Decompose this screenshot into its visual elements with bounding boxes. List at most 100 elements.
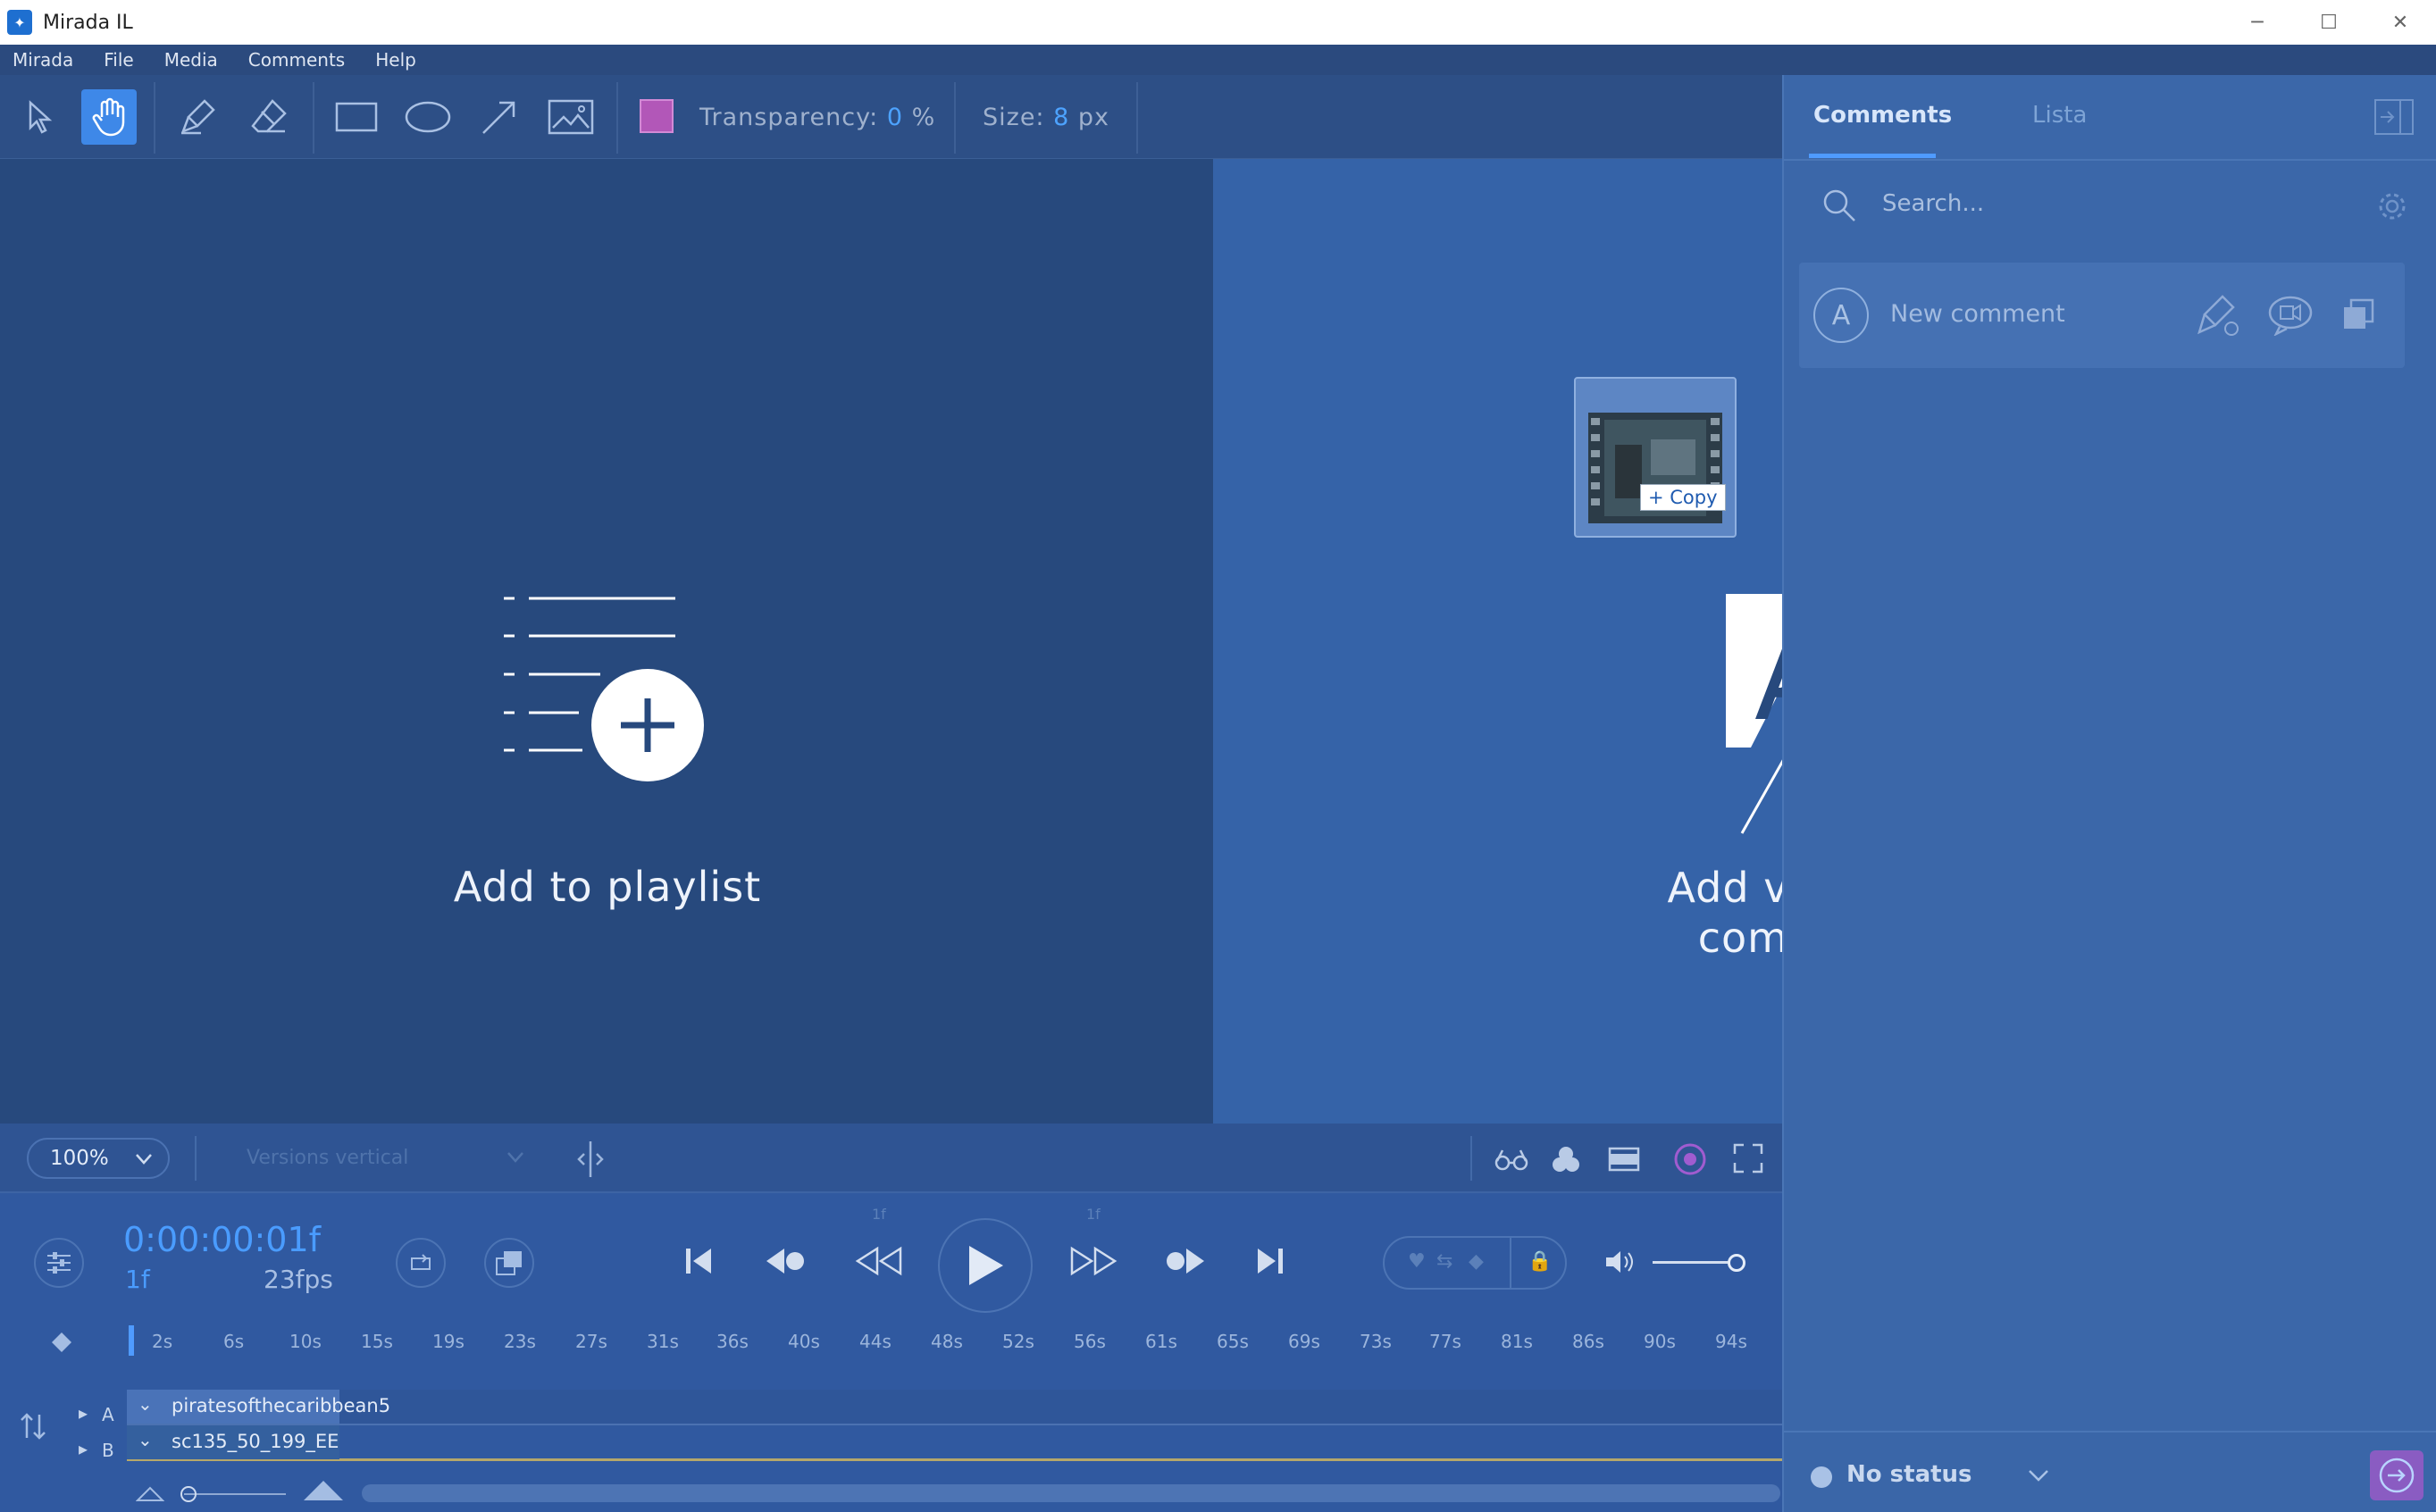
video-comment-icon[interactable] (2267, 295, 2314, 336)
volume-icon[interactable] (1604, 1249, 1637, 1275)
timeline-settings-button[interactable] (34, 1238, 84, 1288)
maximize-button[interactable]: ☐ (2293, 0, 2365, 45)
close-button[interactable]: ✕ (2365, 0, 2436, 45)
new-comment-box[interactable]: A New comment (1799, 263, 2405, 368)
swap-tracks-icon[interactable] (18, 1411, 48, 1441)
swap-icon[interactable]: ⇆ (1436, 1250, 1452, 1273)
play-button[interactable] (938, 1218, 1033, 1313)
brush-tool[interactable] (170, 89, 225, 145)
add-marker-icon[interactable] (50, 1331, 73, 1354)
zoom-in-mountain-icon[interactable] (302, 1479, 345, 1502)
expand-track-a-icon[interactable]: ▸ (79, 1402, 88, 1424)
pointer-icon (29, 100, 53, 134)
tick-label: 90s (1644, 1331, 1676, 1352)
minimize-button[interactable]: ─ (2222, 0, 2293, 45)
expand-track-b-icon[interactable]: ▸ (79, 1438, 88, 1459)
gear-icon[interactable] (2377, 191, 2407, 221)
pan-tool[interactable] (81, 89, 137, 145)
compare-layers-button[interactable] (484, 1238, 534, 1288)
transparency-unit: % (911, 104, 936, 131)
track-b[interactable]: ⌄ sc135_50_199_EE (127, 1425, 1782, 1461)
eye-icon[interactable] (1672, 1143, 1708, 1175)
heart-icon[interactable]: ♥ (1408, 1250, 1426, 1273)
volume-slider-handle[interactable] (1728, 1254, 1745, 1272)
size-unit: px (1077, 104, 1110, 131)
view-options-bar: 100% Versions vertical (0, 1124, 1782, 1193)
zoom-select[interactable]: 100% (27, 1138, 170, 1179)
tick-label: 52s (1002, 1331, 1034, 1352)
loop-button[interactable] (396, 1238, 446, 1288)
chevron-down-icon (136, 1154, 152, 1165)
play-icon (969, 1246, 1003, 1285)
select-tool[interactable] (12, 89, 67, 145)
size-control[interactable]: Size: 8 px (983, 104, 1109, 131)
image-tool[interactable] (543, 89, 599, 145)
comments-panel: Comments Lista A New comment No status (1782, 75, 2436, 1512)
sign-in-button[interactable] (2370, 1450, 2423, 1500)
next-keyframe-icon[interactable] (1163, 1245, 1206, 1277)
status-dropdown[interactable]: No status (1846, 1461, 1972, 1488)
new-comment-placeholder[interactable]: New comment (1890, 300, 2065, 328)
collapse-panel-button[interactable] (2373, 98, 2415, 136)
transparency-label: Transparency: (699, 104, 879, 131)
dragged-media-thumbnail[interactable]: + Copy (1574, 377, 1737, 538)
tab-comments[interactable]: Comments (1813, 102, 1952, 129)
timeline-zoom-slider[interactable] (184, 1493, 286, 1495)
rectangle-tool[interactable] (329, 89, 384, 145)
menu-help[interactable]: Help (375, 49, 416, 71)
lock-icon[interactable]: 🔒 (1528, 1250, 1552, 1273)
size-value[interactable]: 8 (1053, 104, 1069, 131)
step-forward-amount: 1f (1086, 1206, 1101, 1223)
split-handle-icon[interactable] (575, 1140, 606, 1179)
hand-icon (92, 97, 125, 137)
chevron-down-icon[interactable]: ⌄ (138, 1429, 153, 1450)
step-forward-icon[interactable] (1068, 1245, 1118, 1277)
eraser-tool[interactable] (241, 89, 297, 145)
zoom-out-mountain-icon[interactable] (136, 1484, 164, 1502)
window-title: Mirada IL (43, 11, 133, 34)
menu-mirada[interactable]: Mirada (13, 49, 73, 71)
chevron-down-icon[interactable]: ⌄ (138, 1393, 153, 1415)
aspect-ratio-icon[interactable] (1608, 1147, 1640, 1172)
chevron-down-icon[interactable] (2027, 1466, 2050, 1484)
ellipse-tool[interactable] (400, 89, 456, 145)
tick-label: 10s (289, 1331, 322, 1352)
timeline-ruler[interactable]: 2s 6s 10s 15s 19s 23s 27s 31s 36s 40s 44… (123, 1322, 1782, 1363)
track-b-letter: B (102, 1440, 114, 1461)
tick-label: 36s (716, 1331, 749, 1352)
tab-lista[interactable]: Lista (2032, 102, 2087, 129)
transparency-control[interactable]: Transparency: 0 % (699, 104, 935, 131)
duplicate-icon[interactable] (2342, 298, 2374, 330)
playhead[interactable] (129, 1325, 134, 1356)
timeline-zoom-handle[interactable] (180, 1486, 197, 1502)
skip-to-end-icon[interactable] (1254, 1245, 1285, 1277)
timeline-scrollbar[interactable] (362, 1484, 1780, 1502)
menu-media[interactable]: Media (164, 49, 218, 71)
previous-keyframe-icon[interactable] (765, 1245, 808, 1277)
tick-label: 73s (1360, 1331, 1392, 1352)
menu-file[interactable]: File (104, 49, 133, 71)
volume-slider[interactable] (1653, 1261, 1737, 1264)
fullscreen-icon[interactable] (1733, 1143, 1763, 1174)
track-a[interactable]: ⌄ piratesofthecaribbean5 (127, 1390, 1782, 1425)
layout-select[interactable]: Versions vertical (247, 1147, 408, 1169)
step-back-icon[interactable] (854, 1245, 904, 1277)
arrow-tool[interactable] (472, 89, 527, 145)
tick-label: 48s (931, 1331, 963, 1352)
menu-comments[interactable]: Comments (248, 49, 345, 71)
tick-label: 65s (1217, 1331, 1249, 1352)
timecode-display[interactable]: 0:00:00:01f (123, 1220, 321, 1259)
diamond-icon[interactable]: ◆ (1469, 1250, 1484, 1273)
draw-annotation-icon[interactable] (2196, 293, 2240, 338)
search-bar (1784, 161, 2436, 246)
skip-to-start-icon[interactable] (684, 1245, 715, 1277)
avatar: A (1813, 288, 1869, 343)
color-channels-icon[interactable] (1551, 1145, 1581, 1174)
chevron-down-icon (507, 1152, 523, 1163)
panel-collapse-icon (2374, 99, 2414, 135)
color-swatch[interactable] (640, 99, 674, 133)
app-window: ✦ Mirada IL ─ ☐ ✕ Mirada File Media Comm… (0, 0, 2436, 1512)
search-input[interactable] (1882, 182, 2311, 225)
transparency-value[interactable]: 0 (887, 104, 903, 131)
stereo-glasses-icon[interactable] (1494, 1145, 1529, 1174)
